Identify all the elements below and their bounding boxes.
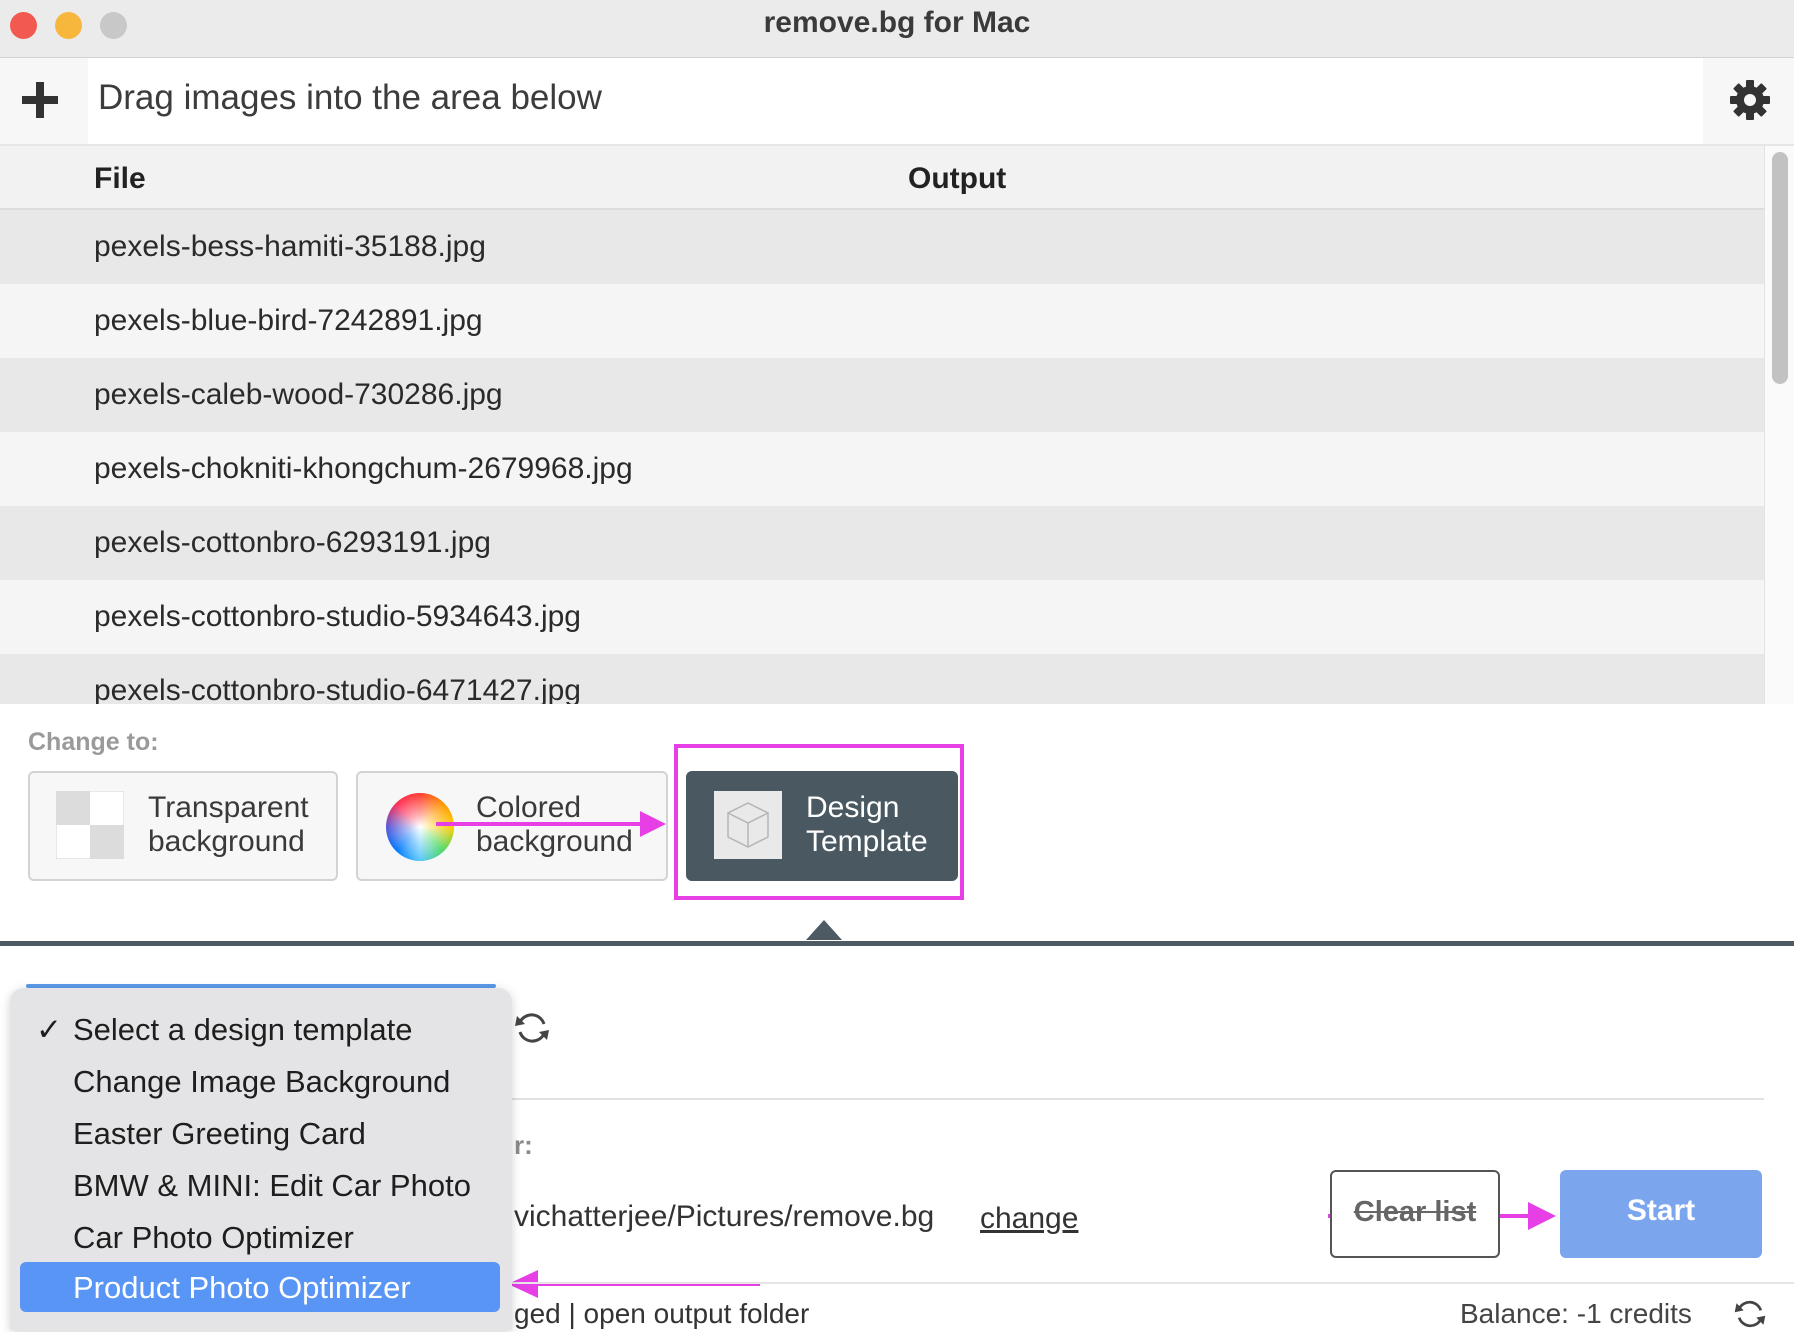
table-row[interactable]: pexels-blue-bird-7242891.jpg [0,284,1764,359]
checkerboard-icon [56,791,124,859]
table-row[interactable]: pexels-bess-hamiti-35188.jpg [0,210,1764,285]
menu-item-product-photo-optimizer[interactable]: Product Photo Optimizer [20,1262,500,1312]
settings-button[interactable] [1728,78,1772,122]
menu-item-bmw-mini-edit-car-photo[interactable]: BMW & MINI: Edit Car Photo [20,1160,500,1210]
status-separator [512,1282,1794,1284]
table-row[interactable]: pexels-caleb-wood-730286.jpg [0,358,1764,433]
option-label-line2: background [148,825,305,858]
transparent-background-option[interactable]: Transparent background [28,771,338,881]
file-name: pexels-bess-hamiti-35188.jpg [94,230,486,263]
add-images-button[interactable] [18,78,62,122]
file-name: pexels-chokniti-khongchum-2679968.jpg [94,452,633,485]
checkmark-icon: ✓ [36,1012,62,1047]
clear-list-button[interactable]: Clear list [1330,1170,1500,1258]
menu-item-label: Easter Greeting Card [73,1116,366,1151]
drag-hint-text: Drag images into the area below [98,78,602,117]
column-header-file[interactable]: File [94,162,146,196]
plus-icon [22,82,58,118]
output-folder-path: vichatterjee/Pictures/remove.bg [514,1200,935,1233]
option-label-line1: Colored [476,791,582,824]
clear-list-label: Clear list [1353,1196,1477,1228]
window-title: remove.bg for Mac [763,6,1031,39]
selected-option-caret [806,920,842,940]
option-label-line1: Transparent [148,791,309,824]
credits-balance: Balance: -1 credits [1460,1298,1692,1329]
title-bar: remove.bg for Mac [0,0,1794,58]
color-wheel-icon [386,793,454,861]
menu-item-label: BMW & MINI: Edit Car Photo [73,1168,471,1203]
output-folder-label: r: [514,1130,533,1160]
file-name: pexels-caleb-wood-730286.jpg [94,378,503,411]
file-name: pexels-cottonbro-6293191.jpg [94,526,491,559]
option-label-line2: background [476,825,633,858]
table-header: File Output [0,146,1764,210]
gear-icon [1730,80,1770,120]
menu-item-easter-greeting-card[interactable]: Easter Greeting Card [20,1108,500,1158]
table-row[interactable]: pexels-chokniti-khongchum-2679968.jpg [0,432,1764,507]
start-label: Start [1626,1194,1696,1227]
menu-item-change-image-background[interactable]: Change Image Background [20,1056,500,1106]
file-name: pexels-cottonbro-studio-5934643.jpg [94,600,581,633]
highlight-annotation-box [674,744,964,900]
table-row[interactable]: pexels-cottonbro-6293191.jpg [0,506,1764,581]
design-template-dropdown-menu: ✓ Select a design template Change Image … [10,988,512,1330]
start-button[interactable]: Start [1560,1170,1762,1258]
menu-item-label: Select a design template [73,1012,413,1047]
change-to-label: Change to: [28,728,159,756]
menu-item-label: Car Photo Optimizer [73,1220,354,1255]
refresh-icon[interactable] [512,1008,552,1048]
file-name: pexels-cottonbro-studio-6471427.jpg [94,674,581,704]
change-folder-link[interactable]: change [980,1202,1078,1236]
menu-item-label: Change Image Background [73,1064,451,1099]
section-divider [0,941,1794,946]
table-row[interactable]: pexels-cottonbro-studio-5934643.jpg [0,580,1764,655]
scrollbar-thumb[interactable] [1772,152,1788,384]
menu-item-select-template[interactable]: ✓ Select a design template [20,1004,500,1054]
menu-item-label: Product Photo Optimizer [73,1270,411,1305]
status-bar-text[interactable]: ged | open output folder [514,1298,809,1330]
menu-item-car-photo-optimizer[interactable]: Car Photo Optimizer [20,1212,500,1262]
table-row[interactable]: pexels-cottonbro-studio-6471427.jpg [0,654,1764,704]
drop-area-header[interactable]: Drag images into the area below [88,58,1703,144]
file-name: pexels-blue-bird-7242891.jpg [94,304,483,337]
toolbar: Drag images into the area below [0,58,1794,146]
file-table: File Output pexels-bess-hamiti-35188.jpg… [0,146,1764,704]
refresh-balance-icon[interactable] [1732,1296,1768,1332]
separator [512,1098,1764,1100]
colored-background-option[interactable]: Colored background [356,771,668,881]
column-header-output[interactable]: Output [908,162,1006,196]
table-scrollbar[interactable] [1764,146,1794,704]
